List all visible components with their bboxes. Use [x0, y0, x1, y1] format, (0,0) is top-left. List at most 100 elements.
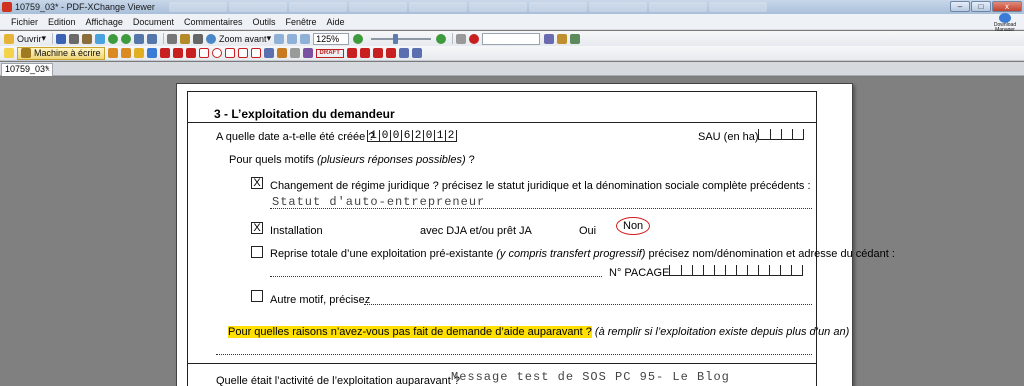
installation-checkbox[interactable]: X: [251, 222, 263, 234]
menu-edition[interactable]: Edition: [48, 17, 76, 27]
measure-icon[interactable]: [346, 48, 357, 58]
cloud-icon[interactable]: [237, 48, 248, 58]
select-text-icon[interactable]: [167, 33, 178, 44]
date-digit: 1: [370, 130, 377, 142]
polyline-icon[interactable]: [250, 48, 261, 58]
zoom-slider-knob[interactable]: [393, 33, 399, 44]
folder-open-icon: [4, 33, 14, 44]
background-taskbar-tabs: [168, 2, 767, 12]
stamp-icon[interactable]: [302, 48, 313, 58]
activite-value[interactable]: Message test de SOS PC 95- Le Blog: [451, 370, 730, 384]
installation-label: Installation: [270, 225, 323, 237]
motifs-suffix: ?: [465, 154, 475, 166]
pacage-label: N° PACAGE: [609, 267, 670, 279]
changement-label: Changement de régime juridique ? précise…: [270, 180, 811, 192]
reprise-label-b: précisez nom/dénomination et adresse du …: [645, 248, 895, 260]
rectangle-icon[interactable]: [198, 48, 209, 58]
fit-width-icon[interactable]: [300, 33, 311, 44]
oval-icon[interactable]: [211, 48, 222, 58]
toolbar-separator: [163, 33, 165, 44]
hand-tool-icon[interactable]: [180, 33, 191, 44]
zoom-out-icon[interactable]: [353, 33, 364, 44]
date-field[interactable]: 1 0 0 6 2 0 1 2: [367, 129, 457, 142]
motifs-prefix: Pour quels motifs: [229, 154, 318, 166]
zoom-in-icon[interactable]: [436, 33, 447, 44]
menu-affichage[interactable]: Affichage: [86, 17, 123, 27]
menu-commentaires[interactable]: Commentaires: [184, 17, 243, 27]
date-digit: 0: [390, 130, 401, 142]
title-bar: 10759_03* - PDF-XChange Viewer – □ x: [0, 0, 1024, 14]
properties-icon[interactable]: [544, 33, 555, 44]
comments-list-icon[interactable]: [398, 48, 409, 58]
scan-icon[interactable]: [95, 33, 106, 44]
window-title: 10759_03* - PDF-XChange Viewer: [15, 2, 155, 12]
settings-icon[interactable]: [570, 33, 581, 44]
comment-toolbar: Machine à écrire DRAFT: [0, 46, 1024, 61]
callout-icon[interactable]: [120, 48, 131, 58]
pacage-field[interactable]: [669, 265, 803, 276]
reprise-checkbox[interactable]: [251, 246, 263, 258]
textbox-icon[interactable]: [107, 48, 118, 58]
open-button[interactable]: Ouvrir ▾: [4, 32, 46, 45]
toolbar-separator: [452, 33, 454, 44]
back-icon[interactable]: [108, 33, 119, 44]
menu-aide[interactable]: Aide: [327, 17, 345, 27]
underline-icon[interactable]: [146, 48, 157, 58]
mail-icon[interactable]: [82, 33, 93, 44]
changement-value[interactable]: Statut d'auto-entrepreneur: [272, 195, 485, 209]
polygon-icon[interactable]: [224, 48, 235, 58]
line-icon[interactable]: [185, 48, 196, 58]
menu-document[interactable]: Document: [133, 17, 174, 27]
strikeout-icon[interactable]: [159, 48, 170, 58]
pencil-icon[interactable]: [276, 48, 287, 58]
raisons-note: (à remplir si l’exploitation existe depu…: [594, 326, 850, 338]
pin-icon[interactable]: [263, 48, 274, 58]
snapshot-icon[interactable]: [193, 33, 204, 44]
actual-size-icon[interactable]: [274, 33, 285, 44]
installation-non: Non: [616, 217, 651, 235]
redo-icon[interactable]: [147, 33, 158, 44]
forward-icon[interactable]: [121, 33, 132, 44]
zoom-in-button[interactable]: Zoom avant ▾: [206, 32, 271, 45]
raisons-question: Pour quelles raisons n’avez-vous pas fai…: [228, 326, 849, 338]
highlight-text-icon[interactable]: [133, 48, 144, 58]
note-icon[interactable]: [4, 48, 14, 58]
changement-checkbox[interactable]: X: [251, 177, 263, 189]
menu-fenetre[interactable]: Fenêtre: [286, 17, 317, 27]
document-workspace[interactable]: 3 - L’exploitation du demandeur A quelle…: [0, 77, 1024, 386]
tools-icon[interactable]: [557, 33, 568, 44]
close-button[interactable]: x: [992, 1, 1022, 12]
reprise-label-note: (y compris transfert progressif): [496, 248, 646, 260]
eraser-icon[interactable]: [289, 48, 300, 58]
menu-fichier[interactable]: Fichier: [11, 17, 38, 27]
reprise-dotted-line: [270, 276, 602, 277]
save-icon[interactable]: [56, 33, 67, 44]
summary-icon[interactable]: [411, 48, 422, 58]
maximize-button[interactable]: □: [971, 1, 991, 12]
print-icon[interactable]: [69, 33, 80, 44]
fit-page-icon[interactable]: [287, 33, 298, 44]
zoom-slider[interactable]: [371, 33, 432, 44]
page-field[interactable]: [482, 32, 541, 45]
date-digit: 1: [434, 130, 445, 142]
minimize-button[interactable]: –: [950, 1, 970, 12]
zoom-icon: [206, 33, 217, 44]
download-manager-button[interactable]: Download Manager: [990, 13, 1020, 33]
typewriter-button[interactable]: Machine à écrire: [17, 46, 105, 60]
show-hide-icon[interactable]: [456, 33, 467, 44]
draft-stamp-button[interactable]: DRAFT: [315, 48, 344, 58]
sau-field[interactable]: [758, 129, 804, 140]
area-icon[interactable]: [372, 48, 383, 58]
no-annotations-icon[interactable]: [469, 33, 480, 44]
perimeter-icon[interactable]: [385, 48, 396, 58]
arrow-icon[interactable]: [172, 48, 183, 58]
zoom-level-field[interactable]: 125%: [313, 32, 350, 45]
date-digit: 0: [423, 130, 434, 142]
dimension-icon[interactable]: [359, 48, 370, 58]
tab-10759-03[interactable]: 10759_03* ×: [1, 63, 53, 76]
autre-checkbox[interactable]: [251, 290, 263, 302]
undo-icon[interactable]: [134, 33, 145, 44]
section-divider: [188, 122, 816, 123]
menu-outils[interactable]: Outils: [252, 17, 275, 27]
tab-close-icon[interactable]: ×: [45, 64, 50, 75]
